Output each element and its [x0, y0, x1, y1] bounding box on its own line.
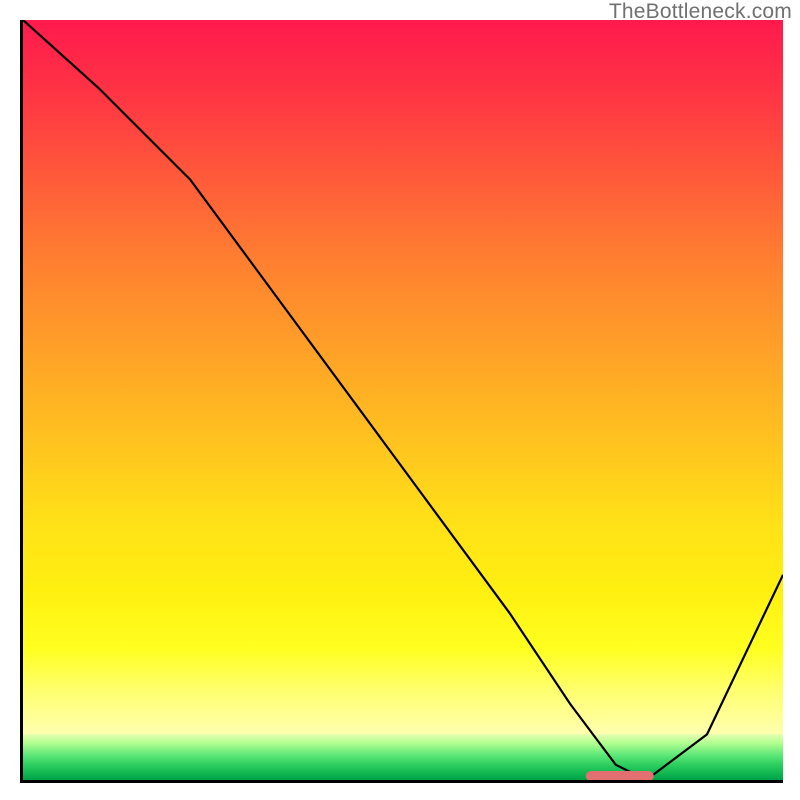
- curve-layer: [23, 20, 783, 780]
- bottleneck-chart: TheBottleneck.com: [0, 0, 800, 800]
- optimal-marker: [585, 771, 653, 781]
- plot-area: [20, 20, 783, 783]
- bottleneck-curve-path: [23, 20, 783, 780]
